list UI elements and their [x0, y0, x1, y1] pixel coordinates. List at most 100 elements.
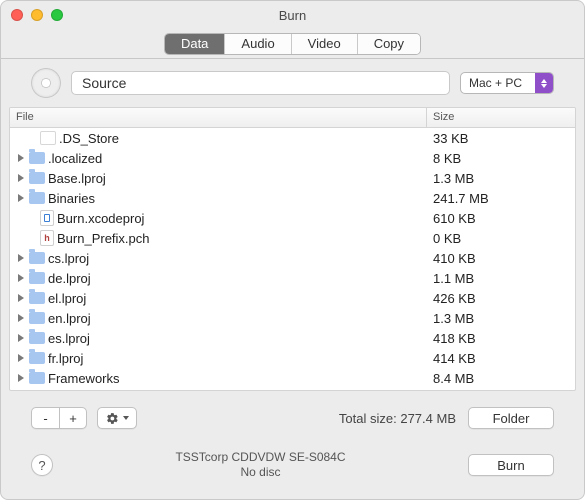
- add-remove-group: - +: [31, 407, 87, 429]
- disclosure-triangle-icon[interactable]: [18, 174, 24, 182]
- folder-icon: [29, 272, 45, 284]
- file-name: en.lproj: [48, 311, 91, 326]
- tab-audio[interactable]: Audio: [225, 34, 291, 54]
- xcodeproj-icon: [40, 210, 54, 226]
- zoom-icon[interactable]: [51, 9, 63, 21]
- disclosure-slot: [16, 274, 26, 282]
- folder-icon: [29, 152, 45, 164]
- table-row[interactable]: hBurn_Prefix.pch0 KB: [10, 228, 575, 248]
- disclosure-triangle-icon[interactable]: [18, 294, 24, 302]
- file-size: 418 KB: [427, 331, 575, 346]
- header-file-icon: h: [40, 230, 54, 246]
- disclosure-triangle-icon[interactable]: [18, 194, 24, 202]
- table-row[interactable]: Burn.xcodeproj610 KB: [10, 208, 575, 228]
- table-row[interactable]: Frameworks 8.4 MB: [10, 368, 575, 388]
- file-icon: [40, 131, 56, 145]
- stepper-icon: [535, 73, 553, 93]
- folder-icon: [29, 292, 45, 304]
- file-name: fr.lproj: [48, 351, 83, 366]
- table-header: File Size: [10, 108, 575, 128]
- file-name: Binaries: [48, 191, 95, 206]
- disclosure-triangle-icon[interactable]: [18, 314, 24, 322]
- disclosure-slot: [16, 174, 26, 182]
- disclosure-triangle-icon[interactable]: [18, 354, 24, 362]
- source-toolbar: Mac + PC: [1, 59, 584, 107]
- disc-icon: [31, 68, 61, 98]
- folder-icon: [29, 172, 45, 184]
- table-row[interactable]: Base.lproj 1.3 MB: [10, 168, 575, 188]
- minimize-icon[interactable]: [31, 9, 43, 21]
- table-row[interactable]: .DS_Store 33 KB: [10, 128, 575, 148]
- table-row[interactable]: en.lproj 1.3 MB: [10, 308, 575, 328]
- disclosure-triangle-icon[interactable]: [18, 274, 24, 282]
- file-size: 241.7 MB: [427, 191, 575, 206]
- remove-button[interactable]: -: [31, 407, 59, 429]
- window-controls: [11, 9, 63, 21]
- compatibility-label: Mac + PC: [469, 76, 522, 90]
- gear-icon: [106, 412, 119, 425]
- file-size: 8.4 MB: [427, 371, 575, 386]
- disclosure-slot: [16, 314, 26, 322]
- file-name: Base.lproj: [48, 171, 106, 186]
- compatibility-dropdown[interactable]: Mac + PC: [460, 72, 554, 94]
- file-size: 414 KB: [427, 351, 575, 366]
- total-size-label: Total size: 277.4 MB: [339, 411, 456, 426]
- file-name: .DS_Store: [59, 131, 119, 146]
- disclosure-slot: [16, 354, 26, 362]
- file-name: es.lproj: [48, 331, 90, 346]
- mode-segmented-control: Data Audio Video Copy: [164, 33, 421, 55]
- file-size: 426 KB: [427, 291, 575, 306]
- table-row[interactable]: de.lproj 1.1 MB: [10, 268, 575, 288]
- tab-copy[interactable]: Copy: [358, 34, 420, 54]
- folder-icon: [29, 252, 45, 264]
- table-row[interactable]: el.lproj 426 KB: [10, 288, 575, 308]
- help-button[interactable]: ?: [31, 454, 53, 476]
- folder-icon: [29, 332, 45, 344]
- file-name: Frameworks: [48, 371, 120, 386]
- file-size: 1.1 MB: [427, 271, 575, 286]
- file-name: de.lproj: [48, 271, 91, 286]
- column-file[interactable]: File: [10, 108, 427, 127]
- device-name: TSSTcorp CDDVDW SE-S084C: [53, 450, 468, 465]
- chevron-down-icon: [123, 416, 129, 420]
- file-name: el.lproj: [48, 291, 86, 306]
- table-row[interactable]: .localized8 KB: [10, 148, 575, 168]
- table-row[interactable]: es.lproj 418 KB: [10, 328, 575, 348]
- tab-video[interactable]: Video: [292, 34, 358, 54]
- folder-button[interactable]: Folder: [468, 407, 554, 429]
- folder-icon: [29, 192, 45, 204]
- burn-footer: ? TSSTcorp CDDVDW SE-S084C No disc Burn: [31, 441, 554, 489]
- disclosure-slot: [16, 334, 26, 342]
- disclosure-slot: [16, 194, 26, 202]
- disclosure-triangle-icon[interactable]: [18, 374, 24, 382]
- folder-icon: [29, 352, 45, 364]
- table-row[interactable]: Binaries 241.7 MB: [10, 188, 575, 208]
- file-size: 410 KB: [427, 251, 575, 266]
- file-name: cs.lproj: [48, 251, 89, 266]
- file-size: 1.3 MB: [427, 171, 575, 186]
- source-name-input[interactable]: [71, 71, 450, 95]
- table-row[interactable]: cs.lproj 410 KB: [10, 248, 575, 268]
- folder-icon: [29, 312, 45, 324]
- file-size: 8 KB: [427, 151, 575, 166]
- file-size: 33 KB: [427, 131, 575, 146]
- file-table: File Size .DS_Store33 KB.localized8 KBBa…: [9, 107, 576, 391]
- device-disc-status: No disc: [53, 465, 468, 480]
- tab-data[interactable]: Data: [165, 34, 225, 54]
- table-row[interactable]: fr.lproj 414 KB: [10, 348, 575, 368]
- disclosure-triangle-icon[interactable]: [18, 334, 24, 342]
- column-size[interactable]: Size: [427, 108, 575, 127]
- disclosure-slot: [16, 254, 26, 262]
- add-button[interactable]: +: [59, 407, 87, 429]
- close-icon[interactable]: [11, 9, 23, 21]
- burn-button[interactable]: Burn: [468, 454, 554, 476]
- disclosure-triangle-icon[interactable]: [18, 254, 24, 262]
- options-menu-button[interactable]: [97, 407, 137, 429]
- disclosure-slot: [16, 154, 26, 162]
- disclosure-triangle-icon[interactable]: [18, 154, 24, 162]
- device-status: TSSTcorp CDDVDW SE-S084C No disc: [53, 450, 468, 480]
- file-size: 1.3 MB: [427, 311, 575, 326]
- window-title: Burn: [1, 8, 584, 23]
- titlebar: Burn: [1, 1, 584, 29]
- file-name: Burn_Prefix.pch: [57, 231, 150, 246]
